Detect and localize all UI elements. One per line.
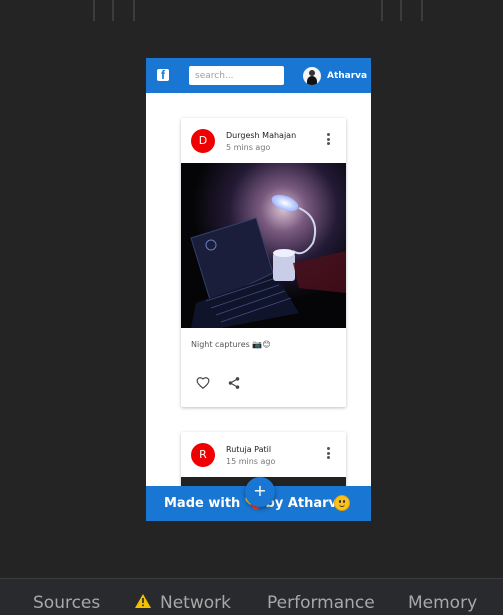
toolbar-divider [381, 0, 383, 21]
smile-emoji-icon [334, 495, 350, 511]
tab-network[interactable]: Network [160, 593, 231, 613]
app-bar: f Atharva [146, 58, 371, 93]
more-vert-icon[interactable] [327, 447, 331, 459]
toolbar-divider [133, 0, 135, 21]
toolbar-divider [400, 0, 402, 21]
tab-sources[interactable]: Sources [33, 593, 100, 613]
post-caption: Night captures 📷😊 [191, 340, 271, 349]
user-profile[interactable]: Atharva [303, 66, 367, 86]
search-input[interactable] [189, 66, 284, 85]
warning-icon [134, 593, 152, 609]
user-avatar[interactable] [303, 67, 321, 85]
devtools-drawer-tabs: Sources Network Performance Memory [0, 578, 503, 615]
post-time: 15 mins ago [226, 457, 276, 466]
toolbar-divider [112, 0, 114, 21]
share-icon[interactable] [227, 376, 241, 390]
tab-performance[interactable]: Performance [267, 593, 375, 613]
more-vert-icon[interactable] [327, 133, 331, 145]
post-author[interactable]: Durgesh Mahajan [226, 131, 296, 140]
post-author[interactable]: Rutuja Patil [226, 445, 271, 454]
user-name: Atharva [327, 71, 368, 81]
avatar[interactable]: R [191, 443, 215, 467]
devtools-toolbar [0, 0, 503, 22]
post-header: R Rutuja Patil 15 mins ago [181, 432, 346, 477]
post-image[interactable] [181, 163, 346, 328]
avatar[interactable]: D [191, 129, 215, 153]
facebook-logo-icon[interactable]: f [157, 68, 169, 82]
post-actions [196, 376, 258, 390]
toolbar-divider [93, 0, 95, 21]
add-post-button[interactable]: + [245, 477, 275, 507]
heart-icon[interactable] [196, 376, 210, 390]
post-time: 5 mins ago [226, 143, 271, 152]
post-header: D Durgesh Mahajan 5 mins ago [181, 118, 346, 163]
tab-memory[interactable]: Memory [408, 593, 477, 613]
post-card: D Durgesh Mahajan 5 mins ago Night captu… [181, 118, 346, 407]
toolbar-divider [421, 0, 423, 21]
mobile-viewport: f Atharva D Durgesh Mahajan 5 mins ago [146, 58, 371, 521]
